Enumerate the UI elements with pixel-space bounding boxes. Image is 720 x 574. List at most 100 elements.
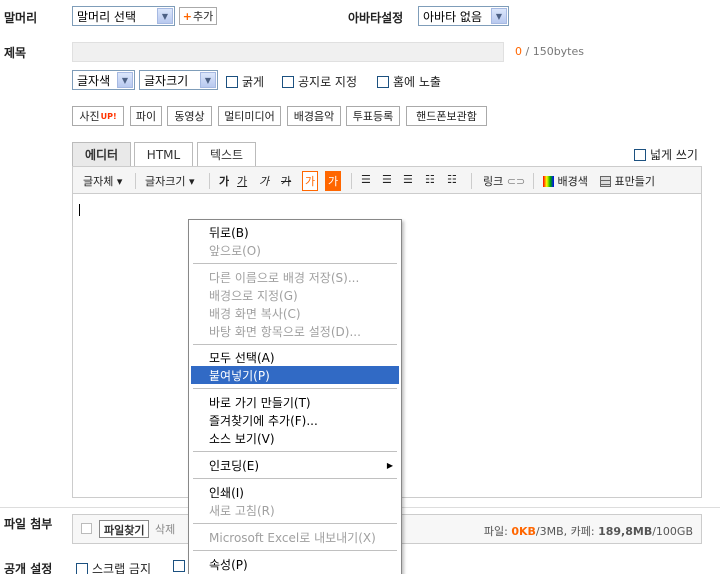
font-size-label: 글자크기 <box>145 175 186 188</box>
text-cursor <box>79 204 80 216</box>
photo-button-label: 사진 <box>79 110 100 123</box>
notice-checkbox-label: 공지로 지정 <box>298 75 358 89</box>
checkbox-box[interactable] <box>226 75 238 88</box>
prefix-select[interactable]: 말머리 선택 ▼ <box>72 6 175 26</box>
font-size-select[interactable]: 글자크기 ▼ <box>139 70 218 90</box>
ordered-list-icon[interactable]: ☷ <box>425 173 435 186</box>
menu-item-encoding-label: 인코딩(E) <box>209 458 260 473</box>
font-size-dropdown[interactable]: 글자크기 ▾ <box>145 173 195 189</box>
menu-item-set-background: 배경으로 지정(G) <box>209 288 298 303</box>
menu-item-view-source[interactable]: 소스 보기(V) <box>191 429 399 447</box>
wide-write-checkbox[interactable]: 넓게 쓰기 <box>634 146 698 163</box>
menu-separator <box>193 523 397 524</box>
menu-separator <box>193 263 397 264</box>
add-prefix-button[interactable]: + 추가 <box>179 7 217 25</box>
strike-button[interactable]: 가 <box>281 173 291 189</box>
publish-label: 공개 설정 <box>4 562 53 574</box>
multimedia-button[interactable]: 멀티미디어 <box>218 106 281 126</box>
find-file-button[interactable]: 파일찾기 <box>99 520 150 538</box>
align-center-icon[interactable]: ☰ <box>382 173 392 186</box>
tab-editor[interactable]: 에디터 <box>72 142 131 166</box>
bold-checkbox-label: 굵게 <box>242 75 265 89</box>
unordered-list-icon[interactable]: ☷ <box>447 173 457 186</box>
menu-item-back[interactable]: 뒤로(B) <box>191 223 399 241</box>
title-input[interactable] <box>72 42 504 62</box>
prefix-label: 말머리 <box>4 11 38 25</box>
menu-separator <box>193 451 397 452</box>
prefix-select-value: 말머리 선택 <box>77 9 137 24</box>
menu-item-create-shortcut[interactable]: 바로 가기 만들기(T) <box>191 393 399 411</box>
add-prefix-label: 추가 <box>192 10 214 23</box>
attach-checkbox[interactable] <box>81 523 92 534</box>
tab-text[interactable]: 텍스트 <box>197 142 256 166</box>
font-color-select[interactable]: 글자색 ▼ <box>72 70 135 90</box>
wide-write-label: 넓게 쓰기 <box>650 148 698 162</box>
title-byte-counter: 0 / 150bytes <box>515 45 584 58</box>
menu-item-select-all[interactable]: 모두 선택(A) <box>191 348 399 366</box>
poll-button[interactable]: 투표등록 <box>346 106 400 126</box>
font-face-dropdown[interactable]: 글자체 ▾ <box>83 173 122 189</box>
font-face-label: 글자체 <box>83 175 114 188</box>
notice-checkbox[interactable]: 공지로 지정 <box>282 73 357 90</box>
pie-button[interactable]: 파이 <box>130 106 162 126</box>
menu-item-copy-background: 배경 화면 복사(C) <box>209 306 301 321</box>
title-byte-count: 0 <box>515 45 522 58</box>
scrap-block-checkbox[interactable]: 스크랩 금지 <box>76 560 151 574</box>
menu-separator <box>193 388 397 389</box>
checkbox-box[interactable] <box>76 562 88 574</box>
table-icon <box>600 176 611 187</box>
video-button[interactable]: 동영상 <box>167 106 212 126</box>
menu-item-print[interactable]: 인쇄(I) <box>191 483 399 501</box>
text-color-button[interactable]: 가 <box>302 171 319 191</box>
underline-button[interactable]: 가 <box>237 173 247 189</box>
home-expose-checkbox[interactable]: 홈에 노출 <box>377 73 441 90</box>
chevron-down-icon: ▼ <box>491 8 507 24</box>
title-label: 제목 <box>4 46 27 60</box>
checkbox-box[interactable] <box>173 560 185 572</box>
checkbox-box[interactable] <box>634 148 646 161</box>
palette-icon <box>543 176 554 187</box>
phone-storage-button[interactable]: 핸드폰보관함 <box>406 106 487 126</box>
storage-usage: 파일: 0KB/3MB, 카페: 189,8MB/100GB <box>484 523 693 539</box>
checkbox-box[interactable] <box>282 75 294 88</box>
chain-link-icon: ⊂⊃ <box>506 175 526 188</box>
toolbar-divider <box>533 173 534 189</box>
bg-color-label: 배경색 <box>557 175 588 188</box>
table-label: 표만들기 <box>614 175 655 188</box>
menu-item-encoding[interactable]: 인코딩(E) ▶ <box>191 456 399 474</box>
avatar-label: 아바타설정 <box>348 11 404 25</box>
attach-label: 파일 첨부 <box>4 517 53 531</box>
checkbox-box[interactable] <box>377 75 389 88</box>
cafe-usage-value: 189,8MB <box>598 525 653 538</box>
font-size-value: 글자크기 <box>144 73 189 88</box>
file-usage-value: 0KB <box>511 525 536 538</box>
chevron-down-icon: ▼ <box>200 72 216 88</box>
editor-toolbar: 글자체 ▾ 글자크기 ▾ 가 가 가 가 가 가 ☰ ☰ ☰ ☷ ☷ 링크 ⊂⊃… <box>72 166 702 194</box>
menu-separator <box>193 478 397 479</box>
align-right-icon[interactable]: ☰ <box>403 173 413 186</box>
highlight-button[interactable]: 가 <box>325 171 342 191</box>
photo-button[interactable]: 사진 UP! <box>72 106 124 126</box>
menu-item-add-favorites[interactable]: 즐겨찾기에 추가(F)... <box>191 411 399 429</box>
publish-checkbox-2[interactable] <box>173 560 189 572</box>
avatar-select[interactable]: 아바타 없음 ▼ <box>418 6 509 26</box>
bold-checkbox[interactable]: 굵게 <box>226 73 264 90</box>
file-usage-rest: /3MB, 카페: <box>535 525 599 538</box>
menu-item-save-background: 다른 이름으로 배경 저장(S)... <box>209 270 360 285</box>
bgm-button[interactable]: 배경음악 <box>287 106 341 126</box>
bg-color-button[interactable]: 배경색 <box>543 173 588 189</box>
menu-item-properties[interactable]: 속성(P) <box>191 555 399 573</box>
menu-item-paste[interactable]: 붙여넣기(P) <box>191 366 399 384</box>
bold-button[interactable]: 가 <box>219 173 229 189</box>
menu-item-refresh: 새로 고침(R) <box>209 503 275 518</box>
home-expose-checkbox-label: 홈에 노출 <box>393 75 441 89</box>
chevron-down-icon: ▼ <box>117 72 133 88</box>
italic-button[interactable]: 가 <box>259 173 269 189</box>
align-left-icon[interactable]: ☰ <box>361 173 371 186</box>
toolbar-divider <box>135 173 136 189</box>
tab-html[interactable]: HTML <box>134 142 193 166</box>
link-button[interactable]: 링크 ⊂⊃ <box>483 173 525 189</box>
table-button[interactable]: 표만들기 <box>600 173 655 189</box>
delete-file-button[interactable]: 삭제 <box>155 521 175 537</box>
scrap-block-label: 스크랩 금지 <box>92 562 152 574</box>
